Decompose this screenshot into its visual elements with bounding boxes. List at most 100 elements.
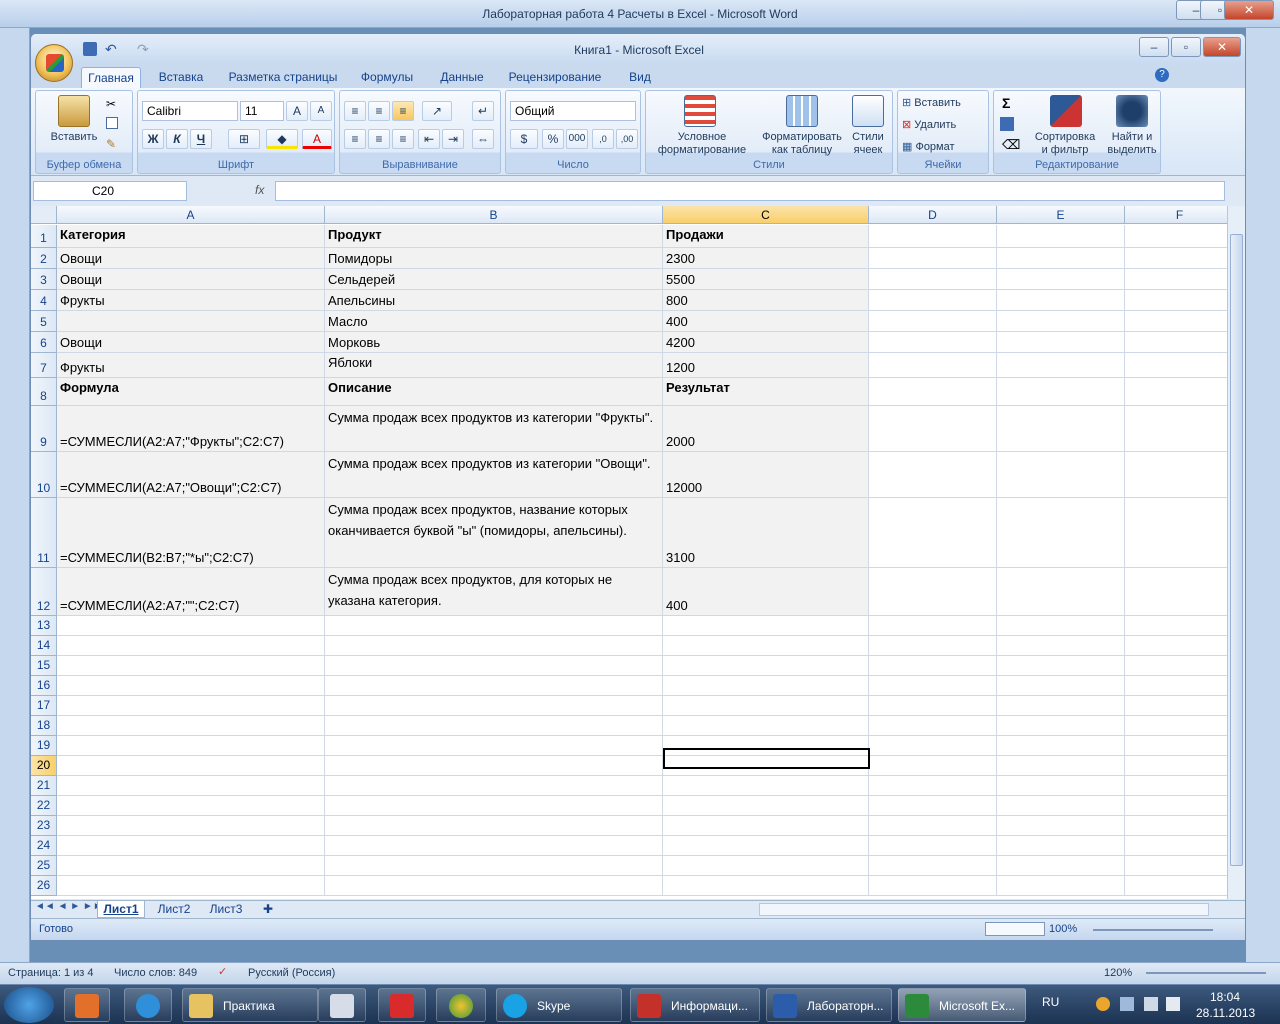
cell-e[interactable] [997, 269, 1125, 290]
cell-c[interactable]: Результат [663, 378, 869, 406]
cell-a[interactable] [57, 836, 325, 856]
cell-b[interactable]: Сумма продаж всех продуктов из категории… [325, 406, 663, 452]
cell-f[interactable] [1125, 269, 1227, 290]
cell-c[interactable]: 2300 [663, 248, 869, 269]
cell-c[interactable] [663, 616, 869, 636]
sheet-tab-2[interactable]: Лист2 [151, 901, 197, 918]
taskbar-skype[interactable]: Skype [496, 988, 622, 1022]
row-header[interactable]: 20 [31, 756, 57, 776]
cell-f[interactable] [1125, 616, 1227, 636]
cell-d[interactable] [869, 406, 997, 452]
sheet-nav-arrows-icon[interactable]: ◄◄ ◄ ► ►► [35, 901, 103, 912]
cell-d[interactable] [869, 332, 997, 353]
taskbar-excel[interactable]: Microsoft Ex... [898, 988, 1026, 1022]
language-indicator[interactable]: RU [1042, 995, 1059, 1009]
cell-f[interactable] [1125, 876, 1227, 896]
copy-icon[interactable] [106, 117, 118, 129]
cell-f[interactable] [1125, 736, 1227, 756]
cell-a[interactable]: Овощи [57, 269, 325, 290]
cell-a[interactable]: Овощи [57, 248, 325, 269]
clock-time[interactable]: 18:04 [1210, 990, 1240, 1004]
cell-e[interactable] [997, 856, 1125, 876]
cell-f[interactable] [1125, 248, 1227, 269]
cell-c[interactable] [663, 856, 869, 876]
borders-button[interactable]: ⊞ [228, 129, 260, 149]
cell-d[interactable] [869, 696, 997, 716]
format-painter-icon[interactable]: ✎ [106, 137, 116, 151]
row-header[interactable]: 8 [31, 378, 57, 406]
cell-a[interactable]: Категория [57, 225, 325, 248]
taskbar-practice[interactable]: Практика [182, 988, 318, 1022]
cell-b[interactable] [325, 656, 663, 676]
cell-c[interactable]: 5500 [663, 269, 869, 290]
cell-f[interactable] [1125, 776, 1227, 796]
cell-a[interactable]: =СУММЕСЛИ(A2:A7;"";C2:C7) [57, 568, 325, 616]
cell-b[interactable]: Сумма продаж всех продуктов, для которых… [325, 568, 663, 616]
cell-b[interactable]: Описание [325, 378, 663, 406]
taskbar-info[interactable]: Информаци... [630, 988, 760, 1022]
name-box[interactable]: C20 [33, 181, 187, 201]
undo-icon[interactable]: ↶ [105, 41, 117, 58]
cell-b[interactable]: Масло [325, 311, 663, 332]
vertical-scroll-thumb[interactable] [1230, 234, 1243, 866]
cell-e[interactable] [997, 756, 1125, 776]
row-header[interactable]: 23 [31, 816, 57, 836]
cell-e[interactable] [997, 290, 1125, 311]
clear-icon[interactable]: ⌫ [1002, 137, 1020, 153]
tab-formulas[interactable]: Формулы [353, 67, 421, 88]
orientation-icon[interactable]: ↗ [422, 101, 452, 121]
format-as-table-line2[interactable]: как таблицу [756, 144, 848, 157]
cell-b[interactable] [325, 776, 663, 796]
column-header-f[interactable]: F [1125, 206, 1227, 224]
cell-e[interactable] [997, 498, 1125, 568]
cell-a[interactable] [57, 816, 325, 836]
cell-e[interactable] [997, 568, 1125, 616]
cell-a[interactable] [57, 856, 325, 876]
decrease-decimal-icon[interactable]: ,00 [616, 129, 638, 149]
find-select-line2[interactable]: выделить [1104, 144, 1160, 157]
row-header[interactable]: 6 [31, 332, 57, 353]
cell-a[interactable]: =СУММЕСЛИ(B2:B7;"*ы";C2:C7) [57, 498, 325, 568]
cell-f[interactable] [1125, 498, 1227, 568]
underline-button[interactable]: Ч [190, 129, 212, 149]
cell-d[interactable] [869, 248, 997, 269]
row-header[interactable]: 4 [31, 290, 57, 311]
cell-d[interactable] [869, 796, 997, 816]
cell-c[interactable] [663, 836, 869, 856]
excel-zoom-slider[interactable] [1093, 929, 1213, 931]
cell-b[interactable]: Сумма продаж всех продуктов из категории… [325, 452, 663, 498]
cell-f[interactable] [1125, 353, 1227, 378]
yandex-button[interactable] [378, 988, 426, 1022]
cell-a[interactable]: =СУММЕСЛИ(A2:A7;"Фрукты";C2:C7) [57, 406, 325, 452]
cell-e[interactable] [997, 332, 1125, 353]
align-right-icon[interactable]: ≡ [392, 129, 414, 149]
insert-function-icon[interactable]: fx [255, 183, 264, 197]
decrease-indent-icon[interactable]: ⇤ [418, 129, 440, 149]
cell-d[interactable] [869, 225, 997, 248]
cell-d[interactable] [869, 290, 997, 311]
align-center-icon[interactable]: ≡ [368, 129, 390, 149]
cell-d[interactable] [869, 856, 997, 876]
cell-c[interactable]: 400 [663, 311, 869, 332]
office-button[interactable] [35, 44, 73, 82]
cell-a[interactable] [57, 656, 325, 676]
increase-decimal-icon[interactable]: ,0 [592, 129, 614, 149]
conditional-format-icon[interactable] [684, 95, 716, 127]
cell-d[interactable] [869, 716, 997, 736]
cell-styles-icon[interactable] [852, 95, 884, 127]
cell-e[interactable] [997, 636, 1125, 656]
paste-icon[interactable] [58, 95, 90, 127]
cell-f[interactable] [1125, 796, 1227, 816]
vertical-scrollbar[interactable] [1227, 206, 1245, 899]
cell-d[interactable] [869, 836, 997, 856]
row-header[interactable]: 24 [31, 836, 57, 856]
cell-c[interactable]: 2000 [663, 406, 869, 452]
cell-f[interactable] [1125, 332, 1227, 353]
cell-d[interactable] [869, 378, 997, 406]
cell-e[interactable] [997, 452, 1125, 498]
row-header[interactable]: 18 [31, 716, 57, 736]
cell-b[interactable] [325, 856, 663, 876]
excel-maximize-button[interactable]: ▫ [1171, 37, 1201, 57]
conditional-format-line2[interactable]: форматирование [650, 144, 754, 157]
word-page-count[interactable]: Страница: 1 из 4 [8, 967, 94, 979]
